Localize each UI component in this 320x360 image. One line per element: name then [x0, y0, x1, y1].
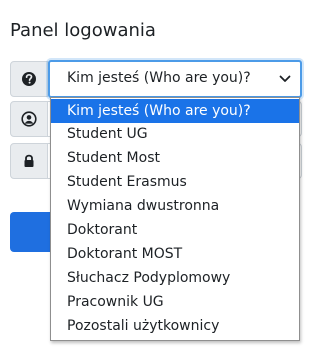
login-panel: Panel logowania Kim jesteś (Who are you)…: [0, 0, 306, 360]
dropdown-option-selected[interactable]: Kim jesteś (Who are you)?: [51, 99, 299, 123]
password-addon: [10, 143, 48, 179]
dropdown-option[interactable]: Doktorant MOST: [51, 242, 299, 266]
user-type-select[interactable]: Kim jesteś (Who are you)?: [48, 60, 302, 98]
user-type-dropdown: Kim jesteś (Who are you)? Student UG Stu…: [50, 97, 300, 341]
user-type-select-value: Kim jesteś (Who are you)?: [67, 70, 251, 86]
dropdown-option[interactable]: Student UG: [51, 122, 299, 146]
question-circle-icon: [22, 72, 36, 86]
username-addon: [10, 101, 48, 137]
user-type-addon: [10, 61, 48, 97]
dropdown-option[interactable]: Student Erasmus: [51, 170, 299, 194]
dropdown-option[interactable]: Słuchacz Podyplomowy: [51, 266, 299, 290]
lock-icon: [24, 154, 34, 167]
dropdown-option[interactable]: Wymiana dwustronna: [51, 194, 299, 218]
dropdown-option[interactable]: Doktorant: [51, 218, 299, 242]
dropdown-option[interactable]: Pracownik UG: [51, 290, 299, 314]
panel-title: Panel logowania: [10, 20, 156, 41]
chevron-down-icon: [279, 75, 291, 82]
user-icon: [21, 111, 37, 127]
dropdown-option[interactable]: Student Most: [51, 146, 299, 170]
dropdown-option[interactable]: Pozostali użytkownicy: [51, 314, 299, 338]
login-button[interactable]: [10, 212, 50, 252]
